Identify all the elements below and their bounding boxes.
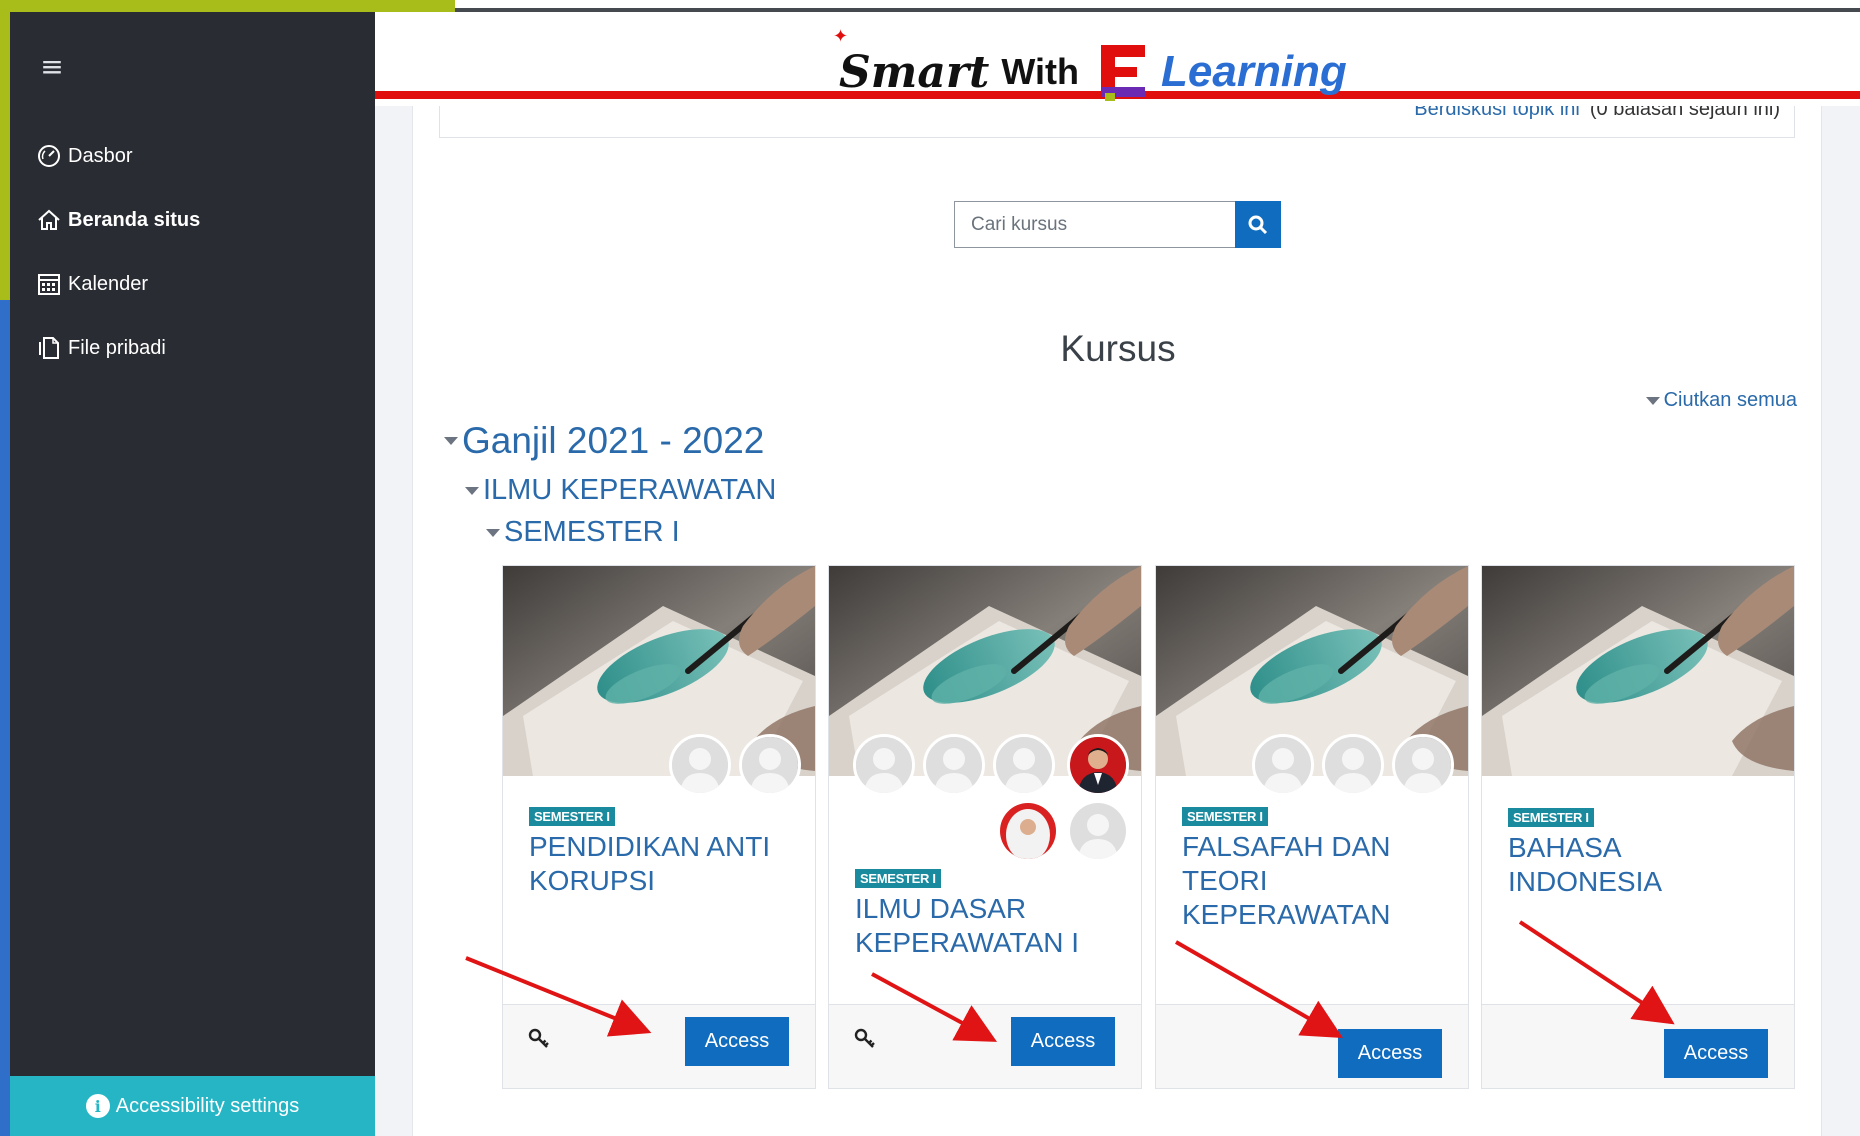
subsubcategory-label: SEMESTER I xyxy=(504,516,680,548)
avatar[interactable] xyxy=(1067,734,1129,796)
course-card: SEMESTER I ILMU DASAR KEPERAWATAN I Acce… xyxy=(828,565,1142,1089)
key-icon xyxy=(528,1028,549,1048)
collapse-all-link[interactable]: Ciutkan semua xyxy=(1645,389,1797,412)
sidebar-item-label: Beranda situs xyxy=(68,208,201,231)
search-input[interactable] xyxy=(954,201,1235,248)
avatar[interactable] xyxy=(993,734,1055,796)
status-badge: SEMESTER I xyxy=(1182,807,1268,826)
course-card: SEMESTER I PENDIDIKAN ANTI KORUPSI Acces… xyxy=(502,565,816,1089)
logo-smart-text: Smart xyxy=(839,46,990,98)
course-card: SEMESTER I FALSAFAH DAN TEORI KEPERAWATA… xyxy=(1155,565,1469,1089)
accessibility-settings-label: Accessibility settings xyxy=(115,1094,300,1117)
sidebar-item-kalender[interactable]: Kalender xyxy=(10,252,375,316)
menu-toggle-button[interactable]: ≡ xyxy=(30,44,74,88)
sidebar-item-label: Kalender xyxy=(68,272,149,295)
logo-star-icon: ✦ xyxy=(833,26,849,46)
access-button[interactable]: Access xyxy=(685,1017,789,1066)
sidebar-item-label: File pribadi xyxy=(68,336,166,359)
status-badge: SEMESTER I xyxy=(529,807,615,826)
sidebar-item-dasbor[interactable]: Dasbor xyxy=(10,124,375,188)
category-label: Ganjil 2021 - 2022 xyxy=(462,420,765,461)
course-title[interactable]: BAHASA INDONESIA xyxy=(1508,831,1778,899)
access-button[interactable]: Access xyxy=(1338,1029,1442,1078)
caret-down-icon xyxy=(486,528,500,537)
caret-down-icon xyxy=(1645,396,1660,405)
collapse-all-label: Ciutkan semua xyxy=(1663,389,1797,411)
course-card-footer: Access xyxy=(829,1004,1141,1088)
course-card-footer: Access xyxy=(503,1004,815,1088)
subsubcategory-toggle[interactable]: SEMESTER I xyxy=(486,516,680,549)
page-title: Kursus xyxy=(1060,328,1176,369)
sidebar: ≡ Dasbor Beranda situs Kalender File pri… xyxy=(10,12,375,1136)
avatar[interactable] xyxy=(997,800,1059,862)
avatar[interactable] xyxy=(1392,734,1454,796)
key-icon xyxy=(854,1028,875,1048)
course-image[interactable] xyxy=(1482,566,1794,776)
course-title[interactable]: FALSAFAH DAN TEORI KEPERAWATAN xyxy=(1182,830,1452,932)
avatar[interactable] xyxy=(923,734,985,796)
caret-down-icon xyxy=(444,437,458,445)
file-icon xyxy=(39,337,59,359)
course-card-footer: Access xyxy=(1156,1004,1468,1088)
search-button[interactable] xyxy=(1235,201,1281,248)
avatar[interactable] xyxy=(853,734,915,796)
frame-top-accent xyxy=(0,0,455,12)
gauge-icon xyxy=(38,145,60,167)
sidebar-item-file-pribadi[interactable]: File pribadi xyxy=(10,316,375,380)
category-toggle[interactable]: Ganjil 2021 - 2022 xyxy=(444,420,764,462)
site-logo[interactable]: ✦ Smart With Learning xyxy=(833,26,1347,112)
avatar[interactable] xyxy=(1252,734,1314,796)
search-icon xyxy=(1248,215,1268,234)
avatar[interactable] xyxy=(669,734,731,796)
accessibility-settings-button[interactable]: i Accessibility settings xyxy=(10,1076,375,1136)
avatar[interactable] xyxy=(739,734,801,796)
access-button[interactable]: Access xyxy=(1011,1017,1115,1066)
subcategory-label: ILMU KEPERAWATAN xyxy=(483,474,777,506)
access-button[interactable]: Access xyxy=(1664,1029,1768,1078)
logo-e-mark-icon xyxy=(1097,43,1149,101)
home-icon xyxy=(38,209,60,230)
sidebar-nav: Dasbor Beranda situs Kalender File priba… xyxy=(10,124,375,380)
avatar[interactable] xyxy=(1067,800,1129,862)
status-badge: SEMESTER I xyxy=(1508,808,1594,827)
status-badge: SEMESTER I xyxy=(855,869,941,888)
course-search xyxy=(954,201,1281,248)
hamburger-icon: ≡ xyxy=(40,49,64,83)
info-icon: i xyxy=(85,1094,110,1118)
logo-with-text: With xyxy=(1001,51,1080,92)
avatar[interactable] xyxy=(1322,734,1384,796)
sidebar-item-beranda-situs[interactable]: Beranda situs xyxy=(10,188,375,252)
course-card-footer: Access xyxy=(1482,1004,1794,1088)
sidebar-item-label: Dasbor xyxy=(68,144,133,167)
subcategory-toggle[interactable]: ILMU KEPERAWATAN xyxy=(465,474,776,507)
logo-learning-text: Learning xyxy=(1161,47,1347,96)
calendar-icon xyxy=(38,274,60,295)
course-title[interactable]: ILMU DASAR KEPERAWATAN I xyxy=(855,892,1125,960)
course-title[interactable]: PENDIDIKAN ANTI KORUPSI xyxy=(529,830,799,898)
course-card: SEMESTER I BAHASA INDONESIA Access xyxy=(1481,565,1795,1089)
caret-down-icon xyxy=(465,486,479,495)
